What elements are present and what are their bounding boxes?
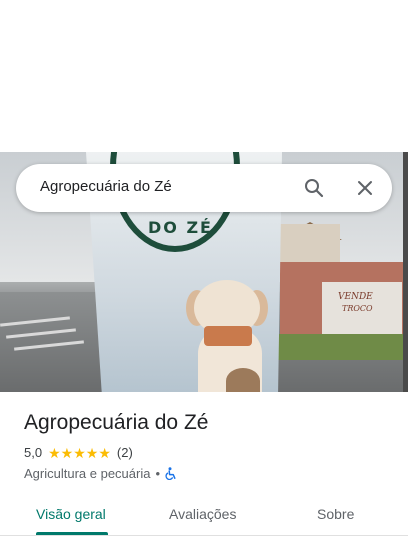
rating-value: 5,0 (24, 445, 43, 460)
wall-sign-text-2: TROCO (342, 304, 373, 313)
rating-row[interactable]: 5,0 ★ ★ ★ ★ ★ (2) (24, 445, 133, 460)
wall-sign: VENDE TROCO (322, 282, 402, 338)
place-title: Agropecuária do Zé (24, 411, 209, 434)
cat (226, 368, 260, 392)
rating-stars: ★ ★ ★ ★ ★ (48, 446, 111, 460)
dog-scarf (204, 326, 252, 346)
review-count[interactable]: (2) (117, 445, 133, 460)
tab-reviews[interactable]: Avaliações (169, 506, 236, 522)
star-icon: ★ (85, 444, 99, 461)
search-input[interactable]: Agropecuária do Zé (40, 178, 172, 195)
star-icon: ★ (98, 444, 111, 461)
tab-overview[interactable]: Visão geral (36, 506, 106, 522)
star-icon: ★ (60, 444, 74, 461)
banner-logo-text: DO ZÉ (148, 218, 213, 237)
house (280, 224, 340, 264)
search-icon[interactable] (302, 176, 326, 200)
place-tabs: Visão geral Avaliações Sobre (0, 500, 408, 536)
separator-dot: • (155, 466, 161, 481)
category-row: Agricultura e pecuária • (24, 466, 178, 481)
star-icon: ★ (73, 444, 86, 461)
scrollbar[interactable] (403, 152, 408, 392)
tabs-divider (0, 535, 408, 536)
star-icon: ★ (48, 444, 61, 461)
place-info-panel: Agropecuária do Zé 5,0 ★ ★ ★ ★ ★ (2) Agr… (0, 392, 408, 544)
search-box[interactable]: Agropecuária do Zé (16, 164, 392, 212)
close-icon[interactable] (353, 176, 377, 200)
place-category: Agricultura e pecuária (24, 466, 151, 481)
tab-about[interactable]: Sobre (317, 506, 354, 522)
wall-sign-text-1: VENDE (338, 292, 373, 302)
wheelchair-icon (165, 467, 178, 480)
grass-strip (270, 334, 403, 360)
top-blank-area (0, 0, 408, 152)
